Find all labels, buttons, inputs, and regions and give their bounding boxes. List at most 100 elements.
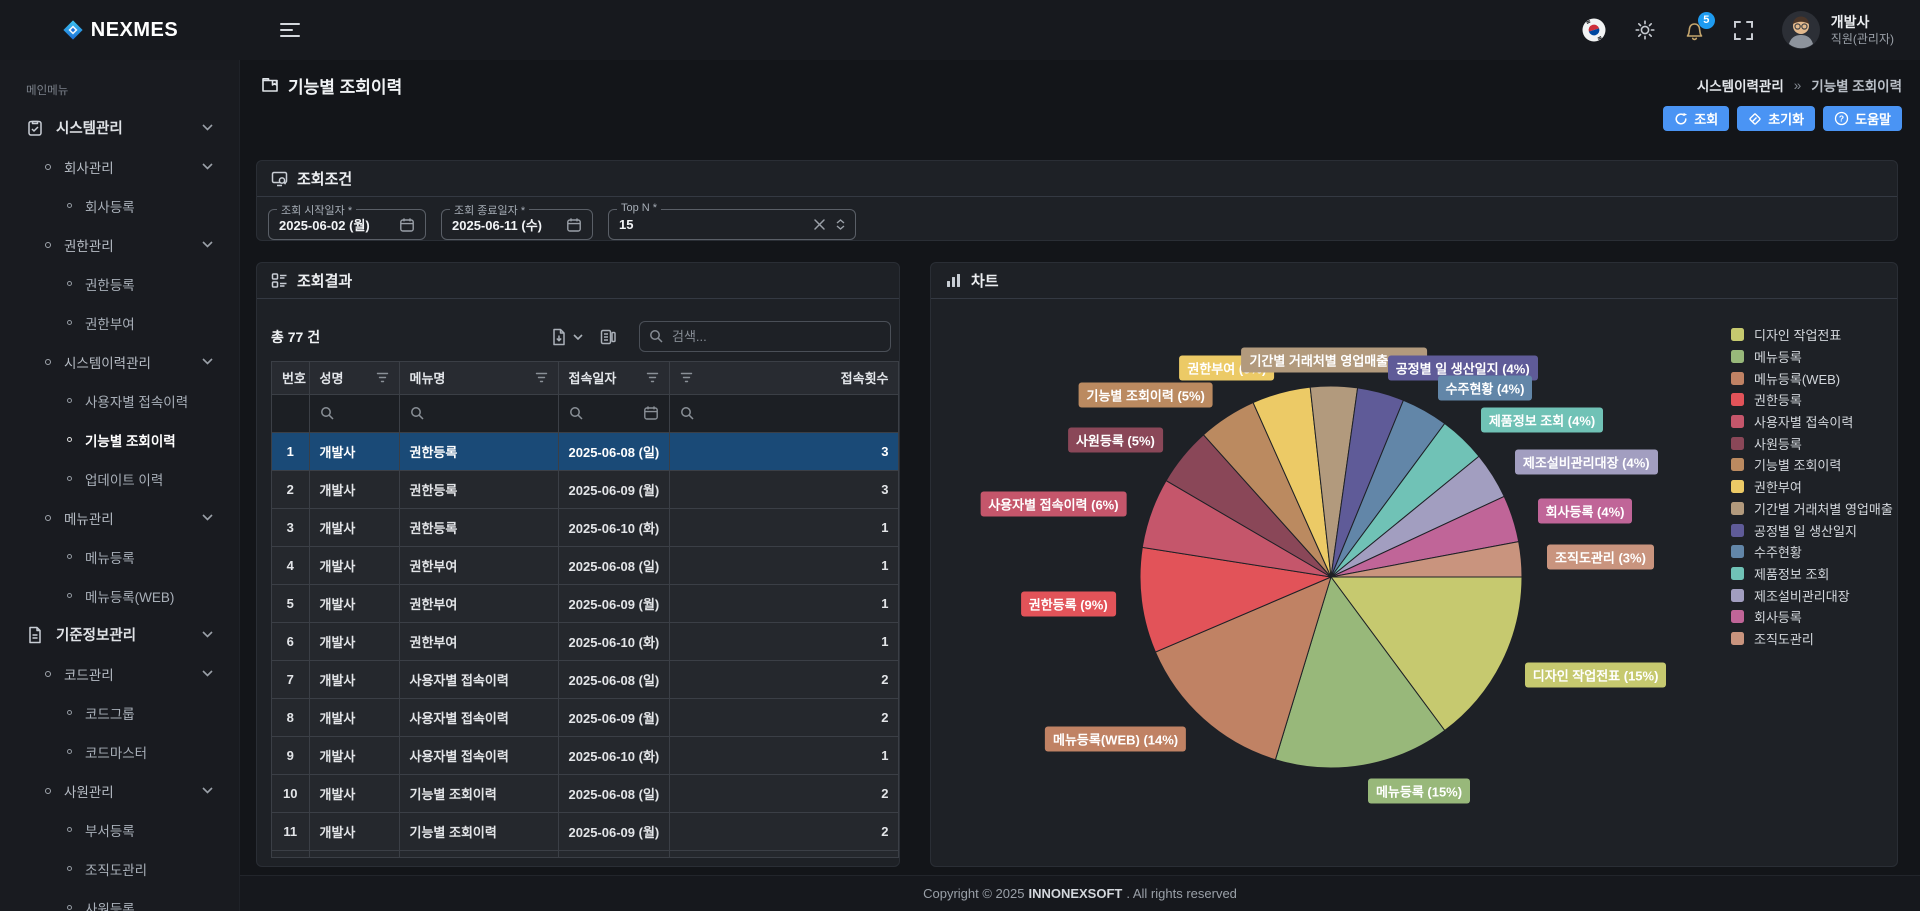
sidebar-item[interactable]: 회사등록 [0, 186, 239, 225]
filter-icon[interactable] [535, 372, 548, 383]
filter-cell[interactable] [558, 394, 669, 432]
legend-item[interactable]: 디자인 작업전표 [1731, 324, 1893, 346]
table-row[interactable]: 5개발사권한부여2025-06-09 (월)1 [272, 584, 899, 622]
help-button[interactable]: ?도움말 [1823, 106, 1902, 131]
table-row[interactable]: 6개발사권한부여2025-06-10 (화)1 [272, 622, 899, 660]
column-header[interactable]: 번호 [272, 362, 309, 394]
table-cell: 권한부여 [399, 546, 558, 584]
end-date-field[interactable]: 조회 종료일자 *2025-06-11 (수) [441, 209, 593, 240]
theme-sun-icon[interactable] [1634, 19, 1656, 41]
user-menu[interactable]: 개발사 직원(관리자) [1781, 10, 1894, 50]
calendar-icon[interactable] [566, 217, 582, 233]
table-row[interactable]: 3개발사권한등록2025-06-10 (화)1 [272, 508, 899, 546]
sidebar-item[interactable]: 권한등록 [0, 264, 239, 303]
legend-item[interactable]: 권한부여 [1731, 476, 1893, 498]
legend-item[interactable]: 기능별 조회이력 [1731, 454, 1893, 476]
filter-cell [272, 394, 309, 432]
sidebar-item[interactable]: 메뉴등록 [0, 537, 239, 576]
legend-label: 조직도관리 [1754, 629, 1814, 648]
bullet-icon [67, 905, 72, 910]
legend-swatch-icon [1731, 567, 1744, 580]
legend-item[interactable]: 메뉴등록 [1731, 346, 1893, 368]
sidebar-item-label: 시스템관리 [56, 117, 123, 138]
export-button[interactable] [548, 326, 570, 348]
language-korea-flag-icon[interactable] [1581, 17, 1607, 43]
table-row[interactable]: 7개발사사용자별 접속이력2025-06-08 (일)2 [272, 660, 899, 698]
bullet-icon [45, 359, 51, 365]
legend-item[interactable]: 제품정보 조회 [1731, 563, 1893, 585]
filter-cell[interactable] [399, 394, 558, 432]
legend-swatch-icon [1731, 350, 1744, 363]
table-row[interactable]: 2개발사권한등록2025-06-09 (월)3 [272, 470, 899, 508]
legend-item[interactable]: 메뉴등록(WEB) [1731, 367, 1893, 389]
clear-x-icon[interactable] [813, 218, 826, 231]
sidebar-item[interactable]: 조직도관리 [0, 849, 239, 888]
legend-item[interactable]: 사원등록 [1731, 432, 1893, 454]
table-row[interactable]: 9개발사사용자별 접속이력2025-06-10 (화)1 [272, 736, 899, 774]
empty-row [272, 850, 899, 858]
sidebar-item[interactable]: 코드마스터 [0, 732, 239, 771]
column-header[interactable]: 메뉴명 [399, 362, 558, 394]
query-button[interactable]: 조회 [1663, 106, 1729, 131]
menu-toggle-button[interactable] [274, 17, 306, 43]
table-row[interactable]: 10개발사기능별 조회이력2025-06-08 (일)2 [272, 774, 899, 812]
filter-icon[interactable] [680, 372, 693, 383]
sidebar-item[interactable]: 사용자별 접속이력 [0, 381, 239, 420]
pie-chart: 디자인 작업전표 (15%)메뉴등록 (15%)메뉴등록(WEB) (14%)권… [931, 300, 1897, 866]
sidebar-item-label: 코드관리 [64, 664, 114, 684]
table-row[interactable]: 8개발사사용자별 접속이력2025-06-09 (월)2 [272, 698, 899, 736]
number-stepper[interactable] [836, 219, 845, 230]
field-value[interactable]: 15 [619, 217, 807, 232]
fullscreen-icon[interactable] [1733, 20, 1754, 41]
legend-item[interactable]: 수주현황 [1731, 541, 1893, 563]
sidebar-item[interactable]: 코드그룹 [0, 693, 239, 732]
export-chevron-down-icon[interactable] [573, 334, 583, 340]
column-header[interactable]: 성명 [309, 362, 399, 394]
sidebar-item[interactable]: 회사관리 [0, 147, 239, 186]
start-date-field[interactable]: 조회 시작일자 *2025-06-02 (월) [268, 209, 426, 240]
calendar-icon[interactable] [399, 217, 415, 233]
sidebar-item[interactable]: 시스템관리 [0, 108, 239, 147]
legend-item[interactable]: 공정별 일 생산일지 [1731, 519, 1893, 541]
sidebar-item[interactable]: 시스템이력관리 [0, 342, 239, 381]
sidebar-item[interactable]: 권한부여 [0, 303, 239, 342]
sidebar-item[interactable]: 메뉴등록(WEB) [0, 576, 239, 615]
sidebar-item[interactable]: 업데이트 이력 [0, 459, 239, 498]
legend-item[interactable]: 사용자별 접속이력 [1731, 411, 1893, 433]
legend-item[interactable]: 권한등록 [1731, 389, 1893, 411]
table-cell: 개발사 [309, 660, 399, 698]
legend-item[interactable]: 기간별 거래처별 영업매출 [1731, 498, 1893, 520]
table-row[interactable]: 1개발사권한등록2025-06-08 (일)3 [272, 432, 899, 470]
column-header[interactable]: 접속횟수 [669, 362, 899, 394]
table-row[interactable]: 11개발사기능별 조회이력2025-06-09 (월)2 [272, 812, 899, 850]
sidebar-item-label: 기준정보관리 [56, 624, 136, 645]
legend-item[interactable]: 회사등록 [1731, 606, 1893, 628]
notifications-button[interactable]: 5 [1683, 19, 1706, 42]
calendar-icon[interactable] [643, 405, 659, 421]
sidebar-item[interactable]: 사원등록 [0, 888, 239, 911]
breadcrumb-parent[interactable]: 시스템이력관리 [1697, 75, 1784, 95]
filter-icon[interactable] [646, 372, 659, 383]
user-role: 직원(관리자) [1831, 32, 1894, 46]
footer-brand: INNONEXSOFT [1028, 886, 1122, 901]
sidebar-item[interactable]: 사원관리 [0, 771, 239, 810]
legend-item[interactable]: 제조설비관리대장 [1731, 584, 1893, 606]
sidebar-item[interactable]: 코드관리 [0, 654, 239, 693]
sidebar-item[interactable]: 부서등록 [0, 810, 239, 849]
table-cell: 권한등록 [399, 470, 558, 508]
sidebar-item[interactable]: 기능별 조회이력 [0, 420, 239, 459]
sidebar-item[interactable]: 메뉴관리 [0, 498, 239, 537]
reset-button[interactable]: 초기화 [1737, 106, 1815, 131]
columns-settings-button[interactable] [597, 326, 619, 348]
column-header[interactable]: 접속일자 [558, 362, 669, 394]
legend-item[interactable]: 조직도관리 [1731, 628, 1893, 650]
filter-cell[interactable] [669, 394, 899, 432]
sidebar-item[interactable]: 기준정보관리 [0, 615, 239, 654]
filter-cell[interactable] [309, 394, 399, 432]
logo[interactable]: NEXMES [0, 19, 240, 42]
search-input[interactable] [639, 321, 891, 352]
sidebar-item[interactable]: 권한관리 [0, 225, 239, 264]
table-row[interactable]: 4개발사권한부여2025-06-08 (일)1 [272, 546, 899, 584]
top-n-field[interactable]: Top N *15 [608, 209, 856, 240]
filter-icon[interactable] [376, 372, 389, 383]
